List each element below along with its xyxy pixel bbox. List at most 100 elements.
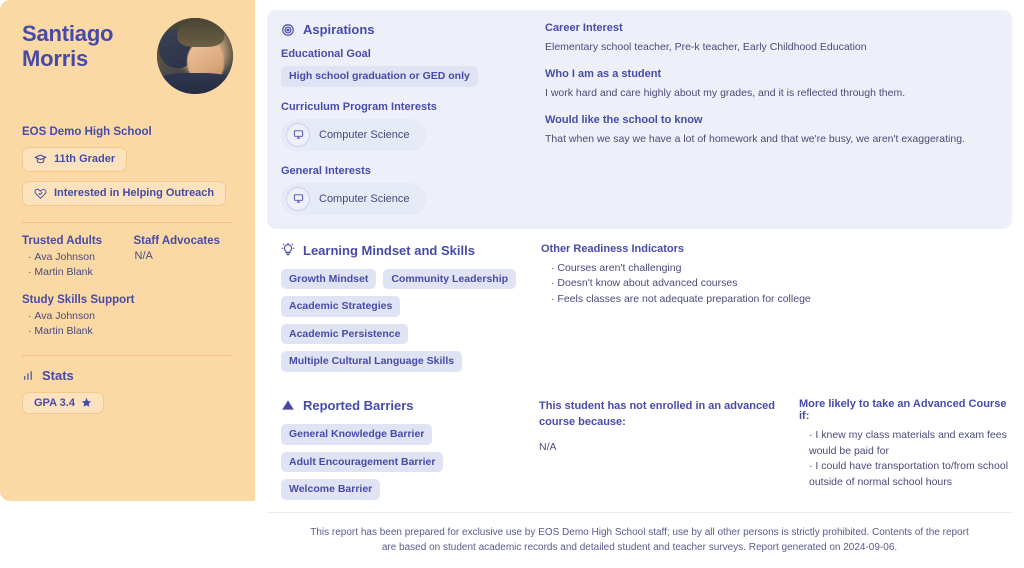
readiness-list: Courses aren't challenging Doesn't know … <box>541 261 1010 308</box>
avatar <box>157 18 233 94</box>
staff-advocates-value: N/A <box>134 250 153 262</box>
mindset-tag: Academic Persistence <box>281 323 409 345</box>
aspirations-left: Aspirations Educational Goal High school… <box>281 22 531 215</box>
target-icon <box>281 23 295 37</box>
star-icon <box>81 397 92 408</box>
gpa-label: GPA 3.4 <box>34 396 75 409</box>
career-interest-field: Career Interest Elementary school teache… <box>545 22 998 55</box>
list-item: Feels classes are not adequate preparati… <box>551 292 1010 308</box>
aspirations-title: Aspirations <box>281 22 531 37</box>
aspirations-panel: Aspirations Educational Goal High school… <box>267 10 1012 229</box>
monitor-icon <box>286 186 310 211</box>
outreach-badge-row: Interested in Helping Outreach <box>22 181 233 206</box>
barrier-tag: Adult Encouragement Barrier <box>281 451 444 473</box>
stats-title: Stats <box>22 368 233 383</box>
adults-section: Trusted Adults Ava Johnson Martin Blank … <box>22 235 233 280</box>
list-item: I could have transportation to/from scho… <box>809 459 1010 491</box>
readiness-block: Other Readiness Indicators Courses aren'… <box>539 243 1010 372</box>
not-enrolled-label: This student has not enrolled in an adva… <box>539 399 775 429</box>
study-skills-list: Ava Johnson Martin Blank <box>22 309 233 339</box>
readiness-label: Other Readiness Indicators <box>541 242 685 255</box>
stats-section: Stats GPA 3.4 <box>22 368 233 414</box>
who-i-am-value: I work hard and care highly about my gra… <box>545 87 906 100</box>
study-skills-label: Study Skills Support <box>22 293 135 306</box>
mindset-section: Learning Mindset and Skills Growth Minds… <box>267 229 1012 384</box>
student-name: Santiago Morris <box>22 21 114 71</box>
list-item: Martin Blank <box>28 265 122 280</box>
report-footer: This report has been prepared for exclus… <box>267 511 1012 568</box>
curriculum-chip-label: Computer Science <box>319 128 410 141</box>
student-report: Santiago Morris EOS Demo High School 11t… <box>0 0 1024 553</box>
barrier-tag-row: Adult Encouragement Barrier Welcome Barr… <box>281 451 529 500</box>
list-item: Martin Blank <box>28 324 233 339</box>
more-likely-block: More likely to take an Advanced Course i… <box>789 398 1010 500</box>
trusted-adults-block: Trusted Adults Ava Johnson Martin Blank <box>22 235 122 280</box>
not-enrolled-block: This student has not enrolled in an adva… <box>539 398 779 500</box>
barriers-title: Reported Barriers <box>281 398 529 413</box>
grade-badge-label: 11th Grader <box>54 153 116 166</box>
gpa-badge: GPA 3.4 <box>22 391 104 414</box>
report-main: Aspirations Educational Goal High school… <box>255 0 1024 553</box>
sidebar-divider-1 <box>22 222 233 223</box>
general-interest-chip-label: Computer Science <box>319 192 410 205</box>
grade-badge: 11th Grader <box>22 147 128 172</box>
list-item: Ava Johnson <box>28 250 122 265</box>
school-to-know-value: That when we say we have a lot of homewo… <box>545 133 965 146</box>
graduation-cap-icon <box>34 153 47 166</box>
sidebar-divider-2 <box>22 354 233 356</box>
career-interest-value: Elementary school teacher, Pre-k teacher… <box>545 41 867 53</box>
mindset-tag: Academic Strategies <box>281 296 401 317</box>
educational-goal-value: High school graduation or GED only <box>281 66 478 87</box>
mindset-tag-row: Multiple Cultural Language Skills <box>281 351 529 372</box>
warning-triangle-icon <box>281 398 295 412</box>
trusted-adults-label: Trusted Adults <box>22 235 103 247</box>
list-item: Courses aren't challenging <box>551 261 1010 277</box>
stats-label: Stats <box>42 367 74 383</box>
school-to-know-field: Would like the school to know That when … <box>545 114 998 147</box>
barrier-tag-row: General Knowledge Barrier <box>281 423 529 445</box>
staff-advocates-label: Staff Advocates <box>133 235 221 247</box>
monitor-icon <box>286 122 310 147</box>
barriers-left: Reported Barriers General Knowledge Barr… <box>269 398 529 500</box>
student-sidebar: Santiago Morris EOS Demo High School 11t… <box>0 0 255 501</box>
list-item: Doesn't know about advanced courses <box>551 276 1010 292</box>
lightbulb-icon <box>281 243 295 257</box>
mindset-tag-row: Growth Mindset Community Leadership <box>281 268 529 290</box>
barriers-title-label: Reported Barriers <box>303 397 414 413</box>
trusted-adults-list: Ava Johnson Martin Blank <box>22 250 122 280</box>
not-enrolled-value: N/A <box>539 440 557 453</box>
outreach-badge: Interested in Helping Outreach <box>22 181 227 206</box>
study-skills-section: Study Skills Support Ava Johnson Martin … <box>22 294 233 339</box>
mindset-title: Learning Mindset and Skills <box>281 243 529 258</box>
curriculum-chip: Computer Science <box>281 118 426 151</box>
aspirations-title-label: Aspirations <box>303 22 375 37</box>
mindset-tag: Community Leadership <box>383 268 517 290</box>
outreach-badge-label: Interested in Helping Outreach <box>54 187 215 200</box>
helping-hand-icon <box>34 187 47 200</box>
more-likely-label: More likely to take an Advanced Course i… <box>799 397 1007 422</box>
barriers-section: Reported Barriers General Knowledge Barr… <box>267 384 1012 512</box>
mindset-title-label: Learning Mindset and Skills <box>303 242 475 258</box>
school-to-know-label: Would like the school to know <box>545 114 703 127</box>
mindset-tag: Growth Mindset <box>281 268 377 290</box>
grade-badge-row: 11th Grader <box>22 147 233 172</box>
barrier-tag: General Knowledge Barrier <box>281 423 433 445</box>
staff-advocates-block: Staff Advocates N/A <box>134 235 234 280</box>
barrier-tag: Welcome Barrier <box>281 479 381 500</box>
student-header: Santiago Morris <box>22 18 233 110</box>
who-i-am-field: Who I am as a student I work hard and ca… <box>545 68 998 101</box>
educational-goal-label: Educational Goal <box>281 48 371 60</box>
list-item: I knew my class materials and exam fees … <box>809 428 1010 460</box>
mindset-tag: Multiple Cultural Language Skills <box>281 351 463 372</box>
career-interest-label: Career Interest <box>545 22 623 34</box>
mindset-tag-row: Academic Strategies Academic Persistence <box>281 296 529 345</box>
general-interest-chip: Computer Science <box>281 182 426 215</box>
more-likely-list: I knew my class materials and exam fees … <box>799 428 1010 491</box>
school-name: EOS Demo High School <box>22 126 152 138</box>
bar-chart-icon <box>22 369 35 382</box>
who-i-am-label: Who I am as a student <box>545 68 662 81</box>
general-interests-label: General Interests <box>281 164 371 177</box>
curriculum-label: Curriculum Program Interests <box>281 100 437 113</box>
aspirations-right: Career Interest Elementary school teache… <box>541 22 998 215</box>
list-item: Ava Johnson <box>28 309 233 324</box>
